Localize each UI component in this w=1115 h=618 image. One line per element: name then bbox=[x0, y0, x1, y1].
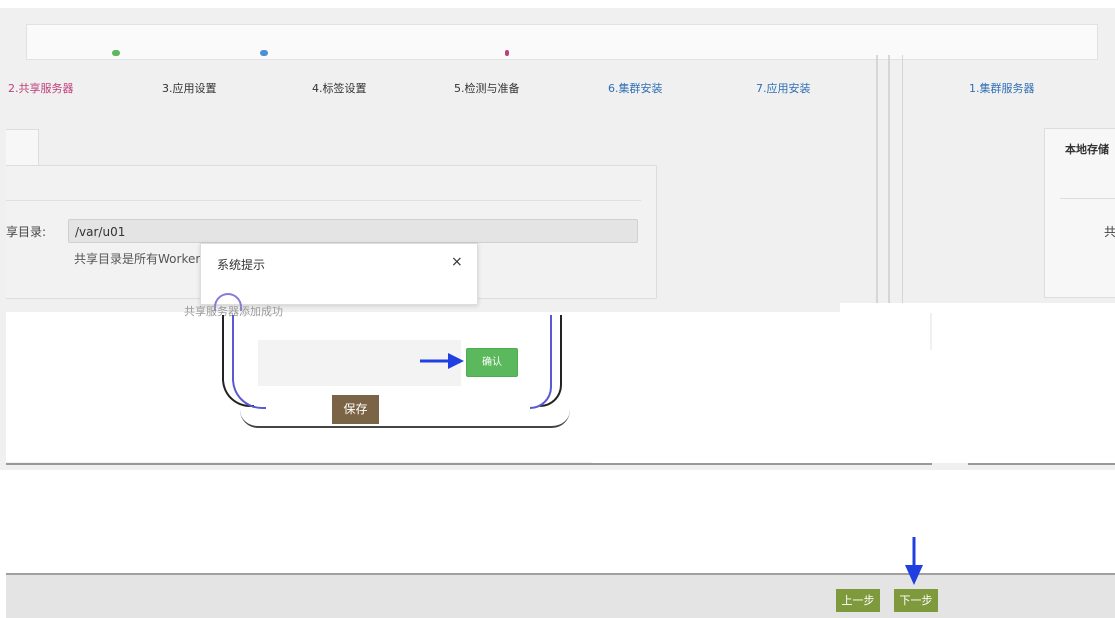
pane-divider bbox=[888, 55, 890, 305]
arrow-down-icon bbox=[905, 537, 923, 585]
wizard-step-app-install[interactable]: 7.应用安装 bbox=[756, 80, 811, 96]
panel-bottom-border bbox=[6, 463, 932, 465]
panel-bottom-border bbox=[968, 463, 1115, 465]
save-button[interactable]: 保存 bbox=[332, 395, 379, 424]
next-step-button[interactable]: 下一步 bbox=[894, 589, 938, 612]
close-icon[interactable]: × bbox=[451, 254, 463, 270]
render-artifact bbox=[840, 303, 932, 313]
right-panel-divider bbox=[1060, 198, 1115, 199]
render-artifact bbox=[240, 410, 570, 428]
pane-divider bbox=[876, 55, 878, 305]
prev-step-button[interactable]: 上一步 bbox=[836, 589, 880, 612]
system-dialog bbox=[200, 243, 478, 305]
share-dir-label: 享目录: bbox=[6, 225, 47, 239]
footer-bar bbox=[6, 573, 1115, 618]
fieldset-divider bbox=[6, 200, 641, 201]
wizard-step-share-server[interactable]: 2.共享服务器 bbox=[8, 80, 74, 96]
render-artifact bbox=[6, 312, 592, 462]
wizard-step-cluster-server[interactable]: 1.集群服务器 bbox=[969, 80, 1035, 96]
wizard-progress-bar bbox=[26, 24, 1098, 60]
local-storage-tab[interactable]: 本地存储 bbox=[1065, 141, 1109, 157]
confirm-button[interactable]: 确认 bbox=[466, 348, 518, 377]
render-artifact bbox=[592, 312, 930, 350]
pane-divider bbox=[902, 55, 903, 305]
top-margin bbox=[0, 0, 1115, 8]
step-indicator-dot bbox=[112, 50, 120, 56]
arrow-right-icon bbox=[420, 353, 464, 369]
render-artifact bbox=[592, 350, 932, 463]
wizard-step-app-settings[interactable]: 3.应用设置 bbox=[162, 80, 217, 96]
wizard-step-cluster-install[interactable]: 6.集群安装 bbox=[608, 80, 663, 96]
dialog-title: 系统提示 bbox=[217, 258, 266, 272]
panel-tab[interactable] bbox=[6, 129, 39, 167]
step-indicator-dot bbox=[260, 50, 268, 56]
step-indicator-dot bbox=[505, 50, 509, 56]
render-artifact bbox=[932, 303, 1115, 463]
share-dir-hint: 共享目录是所有Worker上 bbox=[74, 252, 213, 266]
share-dir-input[interactable]: /var/u01 bbox=[68, 219, 638, 243]
wizard-step-tag-settings[interactable]: 4.标签设置 bbox=[312, 80, 367, 96]
render-artifact bbox=[530, 315, 552, 409]
right-panel-field-label: 共 bbox=[1104, 225, 1115, 239]
wizard-step-check-prepare[interactable]: 5.检测与准备 bbox=[454, 80, 520, 96]
